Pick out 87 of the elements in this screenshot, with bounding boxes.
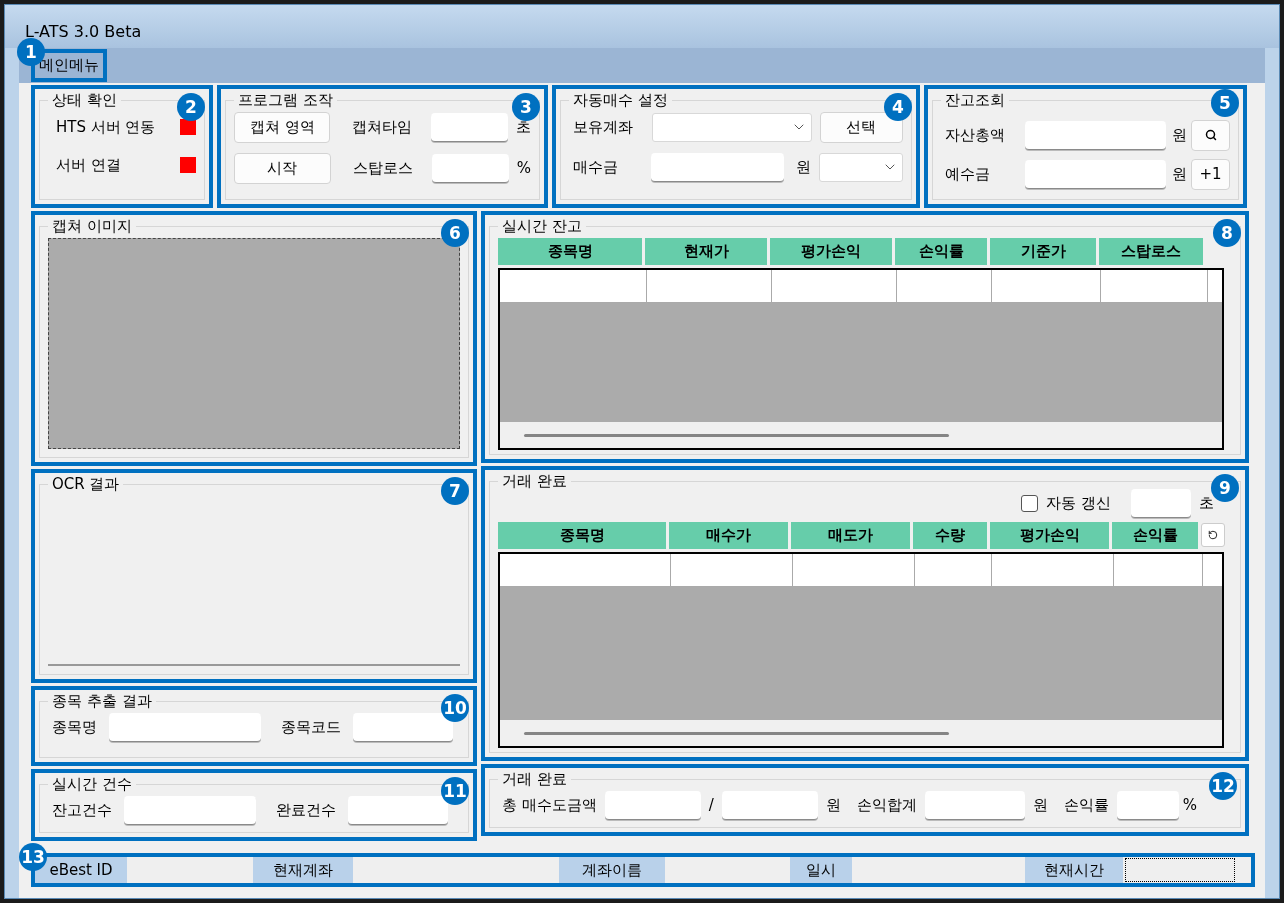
input-field[interactable] [1116, 790, 1179, 820]
group-title: 종목 추출 결과 [51, 691, 153, 712]
input-field[interactable] [431, 153, 509, 183]
field-label: 총 매수도금액 [502, 794, 597, 816]
unit-label: 원 [795, 156, 812, 178]
field-label: 손익합계 [856, 794, 917, 816]
group-title: 실시간 잔고 [501, 216, 583, 237]
action-button[interactable]: 캡쳐 영역 [234, 111, 331, 143]
field-label: 캡쳐타임 [352, 116, 414, 138]
refresh-button[interactable] [1201, 523, 1225, 547]
column-header: 스탑로스 [1099, 237, 1203, 265]
callout-badge: 6 [441, 219, 469, 247]
unit-label: 원 [1172, 163, 1188, 185]
group-title: 거래 완료 [501, 471, 568, 492]
group-title: 거래 완료 [501, 769, 568, 790]
column-header: 종목명 [498, 237, 642, 265]
column-header: 매수가 [669, 521, 788, 549]
field-label: 자동 갱신 [1046, 492, 1111, 514]
checkbox[interactable] [1021, 494, 1039, 512]
group-title: 잔고조회 [944, 90, 1006, 111]
column-header: 손익률 [895, 237, 987, 265]
field-label: 예수금 [945, 163, 991, 185]
field-label: 자산총액 [945, 124, 1006, 146]
field-label: 매수금 [573, 156, 619, 178]
group-title: 실시간 건수 [51, 774, 133, 795]
input-field[interactable] [124, 795, 256, 825]
callout-badge: 2 [177, 93, 205, 121]
field-label: 완료건수 [276, 799, 336, 821]
unit-label: % [1182, 794, 1198, 816]
field-label: 손익률 [1063, 794, 1109, 816]
callout-badge: 10 [441, 694, 469, 722]
scrollbar[interactable] [524, 433, 949, 437]
callout-badge: 11 [441, 777, 469, 805]
callout-badge: 9 [1211, 474, 1239, 502]
field-label: 스탑로스 [352, 157, 414, 179]
column-header: 평가손익 [990, 521, 1109, 549]
unit-label: 원 [1032, 794, 1048, 816]
status-label: 계좌이름 [559, 857, 665, 883]
field-label: HTS 서버 연동 [56, 116, 156, 138]
group-title: OCR 결과 [51, 474, 121, 495]
input-field[interactable] [353, 712, 453, 742]
callout-badge: 4 [884, 93, 912, 121]
status-label: 현재계좌 [253, 857, 353, 883]
unit-label: % [516, 157, 531, 179]
increment-button[interactable]: +1 [1191, 158, 1230, 190]
column-header: 평가손익 [770, 237, 892, 265]
field-label: 서버 연결 [56, 155, 121, 176]
input-field[interactable] [109, 712, 261, 742]
input-field[interactable] [651, 152, 784, 182]
group-title: 자동매수 설정 [572, 90, 669, 111]
group-title: 프로그램 조작 [237, 90, 334, 111]
refresh-icon [1208, 530, 1218, 540]
search-icon [1204, 129, 1217, 141]
column-header: 현재가 [645, 237, 767, 265]
status-label: 일시 [790, 857, 852, 883]
input-field[interactable] [1131, 488, 1191, 518]
column-header: 수량 [913, 521, 987, 549]
separator: / [708, 794, 714, 816]
scrollbar[interactable] [524, 731, 949, 735]
column-header: 종목명 [498, 521, 666, 549]
input-field[interactable] [721, 790, 818, 820]
input-field[interactable] [924, 790, 1025, 820]
column-header: 매도가 [791, 521, 910, 549]
column-header: 기준가 [990, 237, 1096, 265]
callout-badge: 12 [1209, 772, 1237, 800]
search-button[interactable] [1191, 119, 1230, 151]
field-label: 종목명 [52, 716, 97, 738]
unit-label: 원 [825, 794, 841, 816]
field-label: 보유계좌 [573, 116, 634, 138]
input-field[interactable] [1024, 159, 1167, 189]
group-title: 상태 확인 [51, 90, 118, 111]
callout-badge: 8 [1213, 219, 1241, 247]
callout-badge: 7 [441, 477, 469, 505]
field-label: 잔고건수 [52, 799, 112, 821]
group-title: 캡쳐 이미지 [51, 216, 133, 237]
input-field[interactable] [348, 795, 448, 825]
callout-badge: 5 [1211, 89, 1239, 117]
callout-badge: 3 [512, 93, 540, 121]
input-field[interactable] [604, 790, 701, 820]
status-label: 현재시간 [1025, 857, 1123, 883]
unit-label: 초 [1199, 492, 1214, 514]
column-header: 손익률 [1112, 521, 1198, 549]
action-button[interactable]: 시작 [234, 152, 331, 184]
input-field[interactable] [1024, 120, 1167, 150]
field-label: 종목코드 [281, 716, 341, 738]
unit-label: 원 [1172, 124, 1188, 146]
input-field[interactable] [431, 112, 508, 142]
